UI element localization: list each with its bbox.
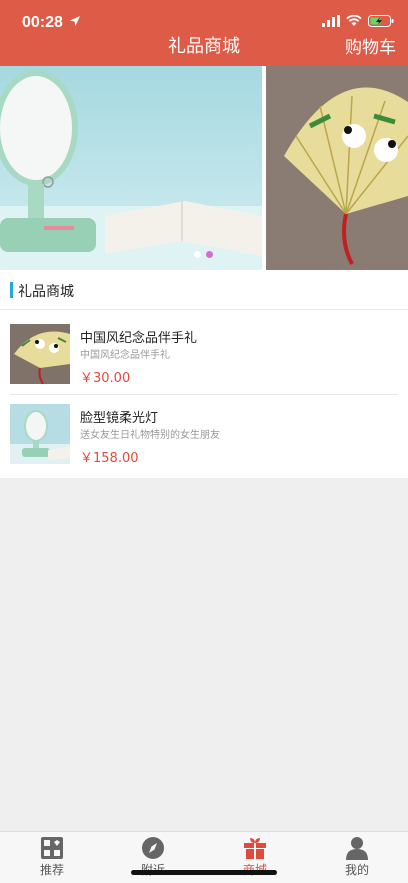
tab-profile[interactable]: 我的 xyxy=(327,836,387,878)
tab-label: 我的 xyxy=(344,863,369,877)
product-description: 送女友生日礼物特别的女生朋友 xyxy=(80,430,220,441)
divider xyxy=(10,394,398,395)
section-header: 礼品商城 xyxy=(0,270,408,310)
section-accent-bar xyxy=(10,282,13,298)
app-header: 00:28 礼品商城 购物车 xyxy=(0,0,408,66)
product-thumbnail xyxy=(10,324,70,384)
home-indicator xyxy=(131,870,277,875)
signal-icon xyxy=(322,15,340,27)
product-price: ￥158.00 xyxy=(80,451,139,466)
location-arrow-icon xyxy=(70,16,80,26)
compass-icon xyxy=(142,837,164,859)
product-section: 礼品商城 中国风纪念品伴手礼 中国风纪念品伴手礼 ￥30.00 脸型镜柔光灯 送… xyxy=(0,270,408,478)
tab-label: 推荐 xyxy=(39,863,64,877)
battery-charging-icon xyxy=(368,15,394,27)
product-name: 脸型镜柔光灯 xyxy=(80,411,159,426)
banner-carousel[interactable] xyxy=(0,66,408,270)
carousel-dot[interactable] xyxy=(194,251,201,258)
status-indicators xyxy=(322,15,394,27)
carousel-dot-active[interactable] xyxy=(206,251,213,258)
cart-button[interactable]: 购物车 xyxy=(345,33,396,58)
product-item[interactable]: 中国风纪念品伴手礼 中国风纪念品伴手礼 ￥30.00 xyxy=(10,324,398,392)
section-title: 礼品商城 xyxy=(18,284,74,300)
product-name: 中国风纪念品伴手礼 xyxy=(80,331,198,346)
product-thumbnail xyxy=(10,404,70,464)
wifi-icon xyxy=(346,15,362,26)
user-icon xyxy=(346,837,368,860)
product-description: 中国风纪念品伴手礼 xyxy=(80,350,170,361)
carousel-indicator xyxy=(194,251,213,258)
status-time: 00:28 xyxy=(22,14,63,31)
product-item[interactable]: 脸型镜柔光灯 送女友生日礼物特别的女生朋友 ￥158.00 xyxy=(10,404,398,472)
gift-icon xyxy=(244,838,266,859)
banner-image xyxy=(0,66,408,270)
recommend-icon xyxy=(41,837,63,859)
tab-recommend[interactable]: 推荐 xyxy=(22,836,82,878)
product-price: ￥30.00 xyxy=(80,371,131,386)
tab-bar: 推荐 附近 商城 我的 xyxy=(0,831,408,883)
